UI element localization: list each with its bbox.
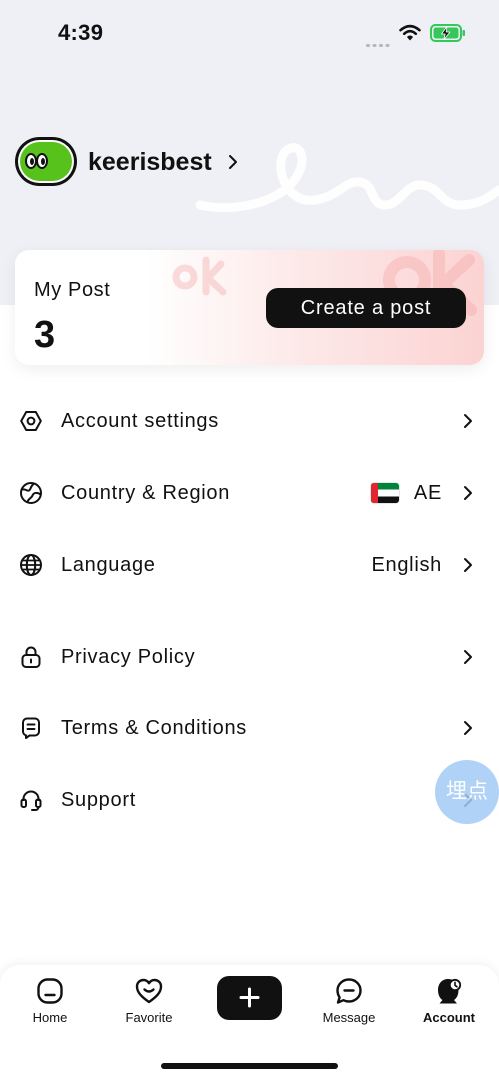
home-indicator	[161, 1063, 338, 1069]
menu-item-label: Country & Region	[61, 482, 231, 504]
heart-icon	[134, 976, 164, 1006]
avatar-eye-right	[36, 153, 48, 169]
chevron-right-icon	[463, 557, 473, 573]
chevron-right-icon	[463, 413, 473, 429]
menu-item-label: Account settings	[61, 410, 219, 432]
my-post-card[interactable]: My Post 3 Create a post	[15, 250, 484, 365]
uae-flag-icon	[371, 483, 399, 503]
message-icon	[334, 976, 364, 1006]
tab-label: Home	[32, 1010, 68, 1025]
menu-item-privacy-policy[interactable]: Privacy Policy	[0, 627, 499, 687]
home-icon	[35, 976, 65, 1006]
tab-favorite[interactable]: Favorite	[99, 965, 199, 1035]
document-icon	[19, 716, 43, 740]
avatar-face-icon	[20, 142, 72, 181]
menu-item-label: Language	[61, 554, 156, 576]
create-plus-button[interactable]	[217, 976, 282, 1020]
menu-item-terms-conditions[interactable]: Terms & Conditions	[0, 698, 499, 758]
menu-item-label: Privacy Policy	[61, 646, 196, 668]
chevron-right-icon	[463, 720, 473, 736]
username[interactable]: keerisbest	[88, 147, 212, 177]
menu-item-account-settings[interactable]: Account settings	[0, 391, 499, 451]
tab-message[interactable]: Message	[299, 965, 399, 1035]
tab-home[interactable]: Home	[0, 965, 100, 1035]
menu-item-value: AE	[413, 482, 442, 504]
floating-tracking-button[interactable]: 埋点	[435, 760, 499, 824]
plus-icon	[239, 987, 260, 1008]
menu-item-support[interactable]: Support	[0, 770, 499, 830]
settings-hexagon-icon	[19, 409, 43, 433]
headset-icon	[19, 788, 43, 812]
globe-icon	[19, 553, 43, 577]
menu-item-value: English	[371, 554, 442, 576]
tab-label: Message	[322, 1010, 376, 1025]
tab-label: Account	[423, 1010, 475, 1025]
avatar[interactable]	[15, 137, 77, 186]
menu-item-language[interactable]: Language English	[0, 535, 499, 595]
profile-header[interactable]: keerisbest	[15, 137, 245, 186]
chevron-right-icon[interactable]	[228, 154, 238, 170]
my-post-title: My Post	[34, 279, 111, 301]
menu-item-country-region[interactable]: Country & Region AE	[0, 463, 499, 523]
cellular-signal-icon	[365, 35, 391, 47]
menu-item-label: Terms & Conditions	[61, 717, 247, 739]
tab-label: Favorite	[125, 1010, 173, 1025]
wifi-icon	[399, 24, 421, 41]
chevron-right-icon	[463, 649, 473, 665]
create-post-button[interactable]: Create a post	[266, 288, 466, 328]
menu-item-label: Support	[61, 789, 136, 811]
lock-icon	[19, 645, 43, 669]
status-time: 4:39	[58, 20, 104, 45]
account-icon	[434, 976, 464, 1006]
chevron-right-icon	[463, 485, 473, 501]
post-count: 3	[34, 314, 56, 356]
battery-charging-icon	[430, 24, 466, 42]
region-globe-icon	[19, 481, 43, 505]
tab-account[interactable]: Account	[399, 965, 499, 1035]
